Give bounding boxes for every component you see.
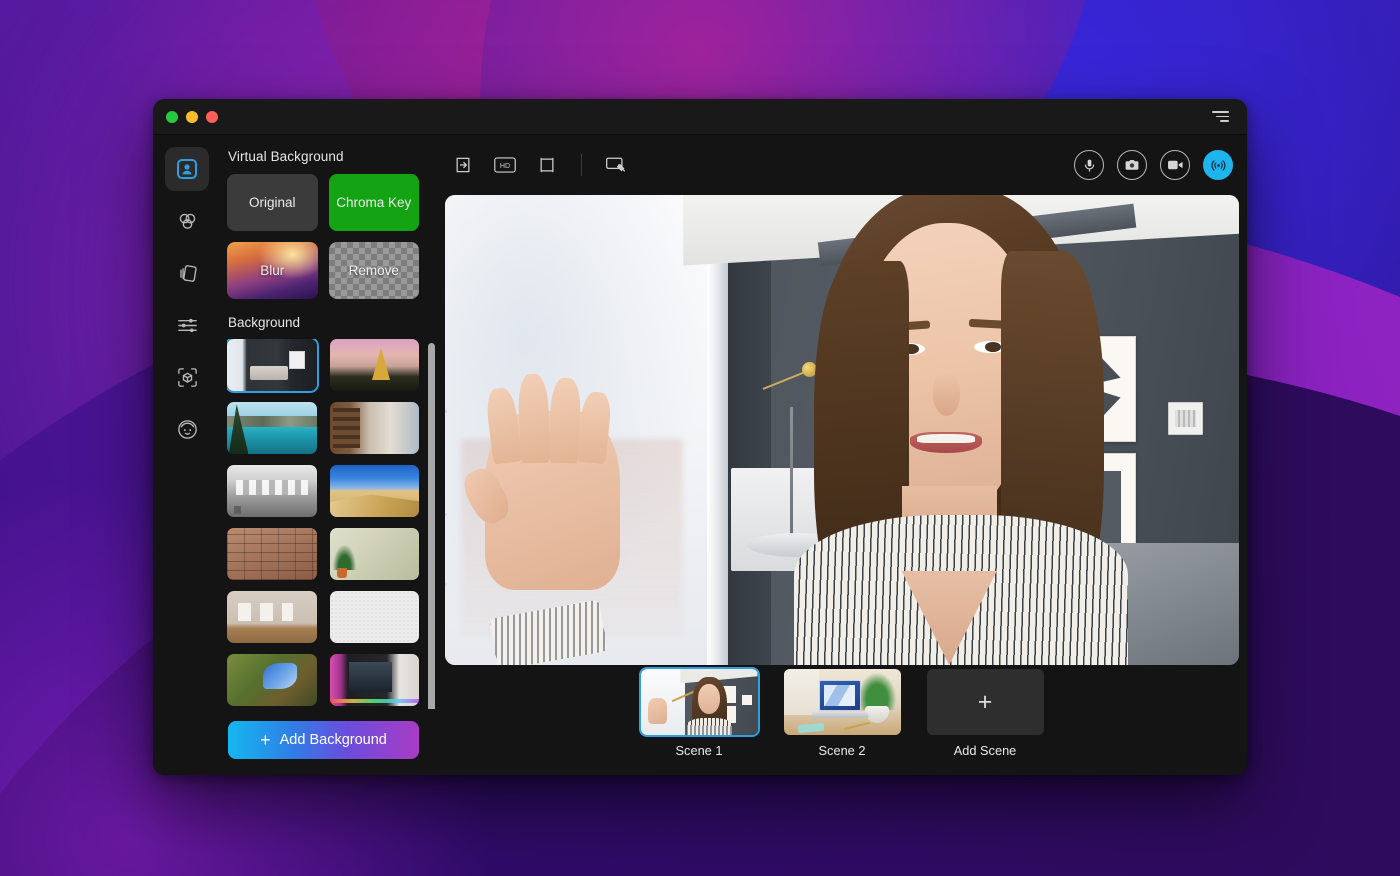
background-thumb-blue-jay-bird[interactable] — [227, 654, 317, 706]
preview-necklace — [909, 559, 989, 583]
label-tag-icon[interactable] — [604, 153, 628, 177]
background-thumb-loft-living-room[interactable] — [329, 402, 419, 454]
virtual-background-panel: Virtual Background Original Chroma Key B… — [221, 135, 439, 775]
add-scene-button[interactable]: + — [926, 669, 1044, 735]
mode-button-original[interactable]: Original — [227, 174, 318, 231]
background-grid — [227, 339, 419, 709]
person-in-frame-icon — [175, 157, 199, 181]
hd-quality-icon[interactable]: HD — [493, 153, 517, 177]
background-mode-grid: Original Chroma Key Blur Remove — [227, 174, 439, 299]
add-scene-label: Add Scene — [953, 743, 1017, 758]
sidebar-item-layers[interactable] — [165, 251, 209, 295]
toolbar-left-group: HD — [451, 153, 628, 177]
hamburger-menu-icon[interactable] — [1208, 107, 1233, 126]
preview-teeth — [916, 433, 976, 443]
svg-text:HD: HD — [500, 163, 510, 170]
mode-button-chroma-key[interactable]: Chroma Key — [328, 174, 419, 231]
preview-light-switch — [1167, 401, 1204, 435]
preview-wrapper — [445, 195, 1239, 665]
video-camera-icon[interactable] — [1160, 150, 1190, 180]
toolbar-divider — [581, 154, 582, 176]
sidebar-item-three-d-objects[interactable] — [165, 355, 209, 399]
mode-label-chroma-key: Chroma Key — [336, 195, 412, 210]
scene-label-1: Scene 1 — [675, 743, 723, 758]
sliders-icon — [176, 314, 199, 337]
background-thumb-desert-sand-dunes[interactable] — [329, 465, 419, 517]
sidebar-item-avatar[interactable] — [165, 407, 209, 451]
background-scrollbar-thumb[interactable] — [428, 343, 435, 709]
sidebar-item-virtual-background[interactable] — [165, 147, 209, 191]
background-thumb-plant-against-wall[interactable] — [329, 528, 419, 580]
mode-label-remove: Remove — [348, 263, 399, 278]
preview-wall-recess — [727, 195, 772, 665]
app-window: Virtual Background Original Chroma Key B… — [153, 99, 1247, 775]
add-background-wrapper: + Add Background — [227, 709, 439, 775]
background-section-label: Background — [228, 315, 301, 330]
mode-button-remove[interactable]: Remove — [328, 242, 419, 299]
minimize-button[interactable] — [186, 110, 198, 123]
face-avatar-icon — [176, 418, 199, 441]
background-thumb-white-textured-wall[interactable] — [329, 591, 419, 643]
color-circles-icon — [176, 210, 199, 233]
preview-toolbar: HD — [445, 135, 1239, 195]
window-body: Virtual Background Original Chroma Key B… — [153, 135, 1247, 775]
import-icon[interactable] — [451, 153, 475, 177]
broadcast-live-icon[interactable] — [1203, 150, 1233, 180]
background-thumb-turquoise-mountain-lake[interactable] — [227, 402, 317, 454]
background-scrollbar[interactable] — [428, 339, 435, 709]
video-preview[interactable] — [445, 195, 1239, 665]
sidebar-item-color-filters[interactable] — [165, 199, 209, 243]
icon-rail — [153, 135, 221, 775]
background-thumb-studio-desk-setup[interactable] — [329, 654, 419, 706]
add-background-label: Add Background — [279, 732, 387, 748]
preview-lamp-pole — [790, 406, 794, 539]
add-scene-item[interactable]: + Add Scene — [926, 669, 1044, 758]
preview-nose — [933, 373, 961, 416]
background-scroll-area — [227, 339, 439, 709]
scene-thumbnail-2[interactable] — [783, 669, 901, 735]
crop-frame-icon[interactable] — [535, 153, 559, 177]
add-background-button[interactable]: + Add Background — [228, 721, 419, 759]
mode-button-blur[interactable]: Blur — [227, 242, 318, 299]
scene-item-1[interactable]: Scene 1 — [638, 667, 760, 758]
mode-label-blur: Blur — [260, 263, 285, 278]
mode-label-original: Original — [248, 195, 296, 210]
preview-window-frame — [707, 195, 728, 665]
background-thumb-black-white-gallery[interactable] — [227, 465, 317, 517]
camera-photo-icon[interactable] — [1117, 150, 1147, 180]
close-button[interactable] — [206, 110, 218, 123]
plus-icon: + — [977, 687, 993, 716]
scene-label-2: Scene 2 — [818, 743, 866, 758]
background-thumb-brick-wall[interactable] — [227, 528, 317, 580]
panel-title: Virtual Background — [228, 149, 344, 164]
title-bar — [153, 99, 1247, 135]
scene-item-2[interactable]: Scene 2 — [783, 669, 901, 758]
layers-cards-icon — [176, 262, 199, 285]
toolbar-right-group — [1074, 150, 1233, 180]
maximize-button[interactable] — [166, 110, 178, 123]
cube-scan-icon — [176, 366, 199, 389]
scene-strip: Scene 1 Scene 2 + Add Scene — [445, 657, 1239, 775]
background-thumb-eiffel-tower-sunset[interactable] — [329, 339, 419, 391]
background-thumb-dark-office-interior[interactable] — [227, 339, 319, 393]
window-controls — [166, 110, 218, 123]
plus-icon: + — [260, 730, 271, 750]
main-area: HD Scene 1 Scene 2 + Add Scene — [439, 135, 1247, 775]
sidebar-item-adjustments[interactable] — [165, 303, 209, 347]
scene-thumbnail-1[interactable] — [638, 667, 760, 737]
background-thumb-framed-prints-wall[interactable] — [227, 591, 317, 643]
microphone-icon[interactable] — [1074, 150, 1104, 180]
